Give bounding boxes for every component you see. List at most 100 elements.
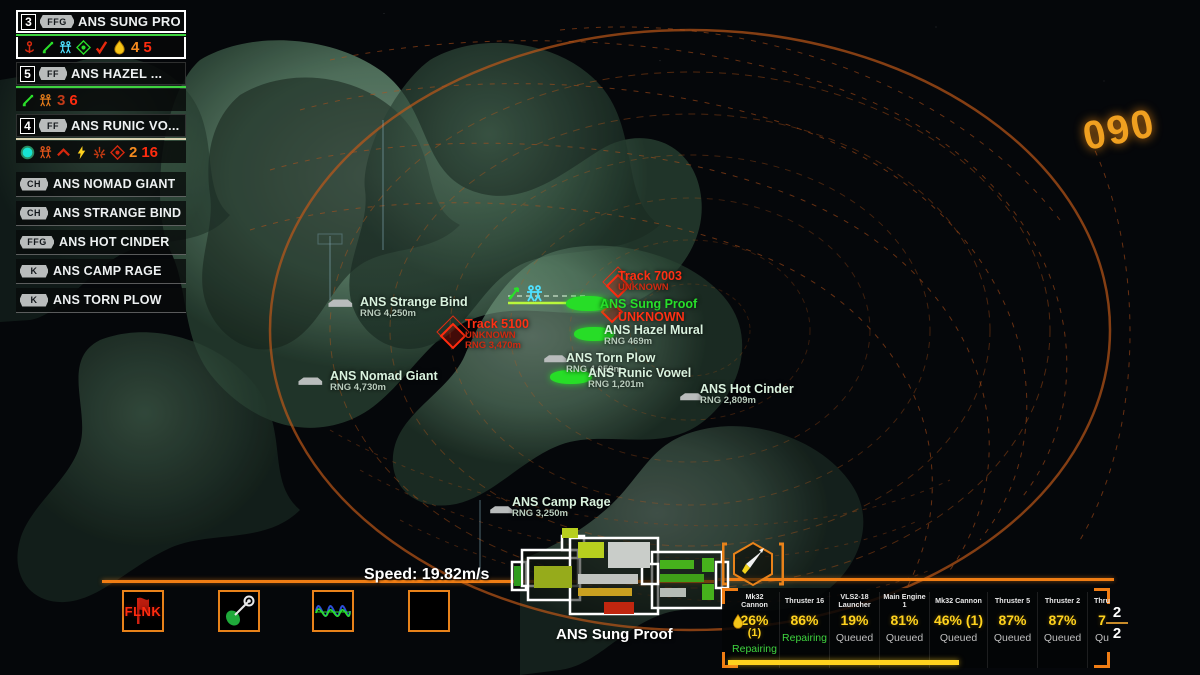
unit-name-label: ANS Camp Rage	[53, 264, 162, 278]
fire-icon	[733, 614, 743, 629]
hull-class-chip: K	[20, 264, 48, 278]
hull-class-chip: CH	[20, 206, 48, 220]
unit-name-label: ANS Runic Vo...	[71, 118, 180, 133]
counter-divider	[1106, 622, 1128, 624]
map-label-track-5100[interactable]: Track 5100 UNKNOWN RNG 3,470m	[465, 317, 529, 351]
roster-unit-hazel[interactable]: 5 FF ANS Hazel ... 3 6	[16, 62, 186, 111]
repair-item-state: Queued	[835, 631, 874, 644]
repair-item[interactable]: Thruster 5 87% Queued	[988, 592, 1038, 668]
repair-item-state: Queued	[939, 631, 978, 644]
map-label-nomad-giant[interactable]: ANS Nomad Giant RNG 4,730m	[330, 369, 438, 393]
repair-item[interactable]: Main Engine 1 81% Queued	[880, 592, 930, 668]
ability-slot-waveform[interactable]	[312, 590, 354, 632]
lightning-yellow-icon	[77, 145, 86, 159]
repair-item-name: Mk32 Cannon	[741, 591, 768, 609]
repair-item-percent: 87%	[998, 612, 1027, 628]
crew-orange-icon	[39, 93, 52, 106]
repair-item-percent: 81%	[890, 612, 919, 628]
map-label-camp-rage[interactable]: ANS Camp Rage RNG 3,250m	[512, 495, 611, 519]
check-red-icon	[95, 40, 108, 54]
unit-status-row: 2 16	[16, 141, 186, 163]
roster-item-camp-rage[interactable]: K ANS Camp Rage	[16, 259, 186, 284]
hull-class-chip: K	[20, 293, 48, 307]
repair-item[interactable]: Mk32 Cannon 46% (1) Queued	[930, 592, 988, 668]
unit-number-badge: 4	[20, 117, 35, 134]
unit-stat-value: 5	[143, 38, 152, 56]
repair-item-state: Queued	[885, 631, 924, 644]
unit-hp-bar	[16, 138, 186, 140]
unit-number-badge: 3	[21, 13, 36, 30]
repair-item[interactable]: Thruster 2 87% Queued	[1038, 592, 1088, 668]
missile-icon	[721, 541, 785, 587]
unit-number-badge: 5	[20, 65, 35, 82]
hull-class-chip: FF	[39, 67, 67, 80]
unit-hp-bar	[16, 86, 186, 88]
selected-weapon-slot[interactable]	[721, 538, 785, 590]
unit-stat-value: 4	[131, 38, 140, 56]
crew-blue-icon	[59, 40, 72, 53]
ability-slot-sensor[interactable]	[218, 590, 260, 632]
map-label-track-7003[interactable]: Track 7003 UNKNOWN	[618, 269, 682, 293]
unit-name-label: ANS Hot Cinder	[59, 235, 170, 249]
unit-name-label: ANS Strange Bind	[53, 206, 182, 220]
roster-unit-header[interactable]: 5 FF ANS Hazel ...	[16, 62, 186, 85]
ship-schematic[interactable]	[500, 528, 730, 628]
hull-class-chip: CH	[20, 177, 48, 191]
repair-item-name: VLS2-18 Launcher	[838, 591, 871, 609]
tactical-map[interactable]: 090 ANS Strange Bind RNG 4,250m ANS Noma…	[0, 0, 1200, 675]
map-label-hot-cinder[interactable]: ANS Hot Cinder RNG 2,809m	[700, 382, 794, 406]
map-label-runic-vowel[interactable]: ANS Runic Vowel RNG 1,201m	[588, 366, 691, 390]
hull-class-chip: FF	[39, 119, 67, 132]
ownship-name-label: ANS Sung Proof	[556, 626, 673, 643]
ability-label: FLNK	[124, 603, 162, 619]
crew-orange-icon	[39, 145, 52, 158]
repair-progress-bar	[728, 660, 959, 665]
roster-item-torn-plow[interactable]: K ANS Torn Plow	[16, 288, 186, 313]
repair-item[interactable]: VLS2-18 Launcher 19% Queued	[830, 592, 880, 668]
repair-item-name: Main Engine 1	[883, 591, 926, 609]
repair-item[interactable]: Thruster 16 86% Repairing	[780, 592, 830, 668]
map-label-hazel-mural[interactable]: ANS Hazel Mural RNG 469m	[604, 323, 703, 347]
repair-capacity-used: 2	[1112, 604, 1122, 621]
repair-item-name: Thruster 5	[994, 595, 1031, 605]
repair-item[interactable]: Mk32 Cannon 26% (1) Repairing	[730, 592, 780, 668]
roster-unit-sung-proof[interactable]: 3 FFG ANS Sung Proof	[16, 10, 186, 59]
hull-class-chip: FFG	[40, 15, 74, 28]
repair-item-percent: 86%	[790, 612, 819, 628]
paddle-radar-icon	[225, 595, 255, 626]
speed-readout: Speed: 19.82m/s	[364, 566, 490, 583]
ability-slot-empty[interactable]	[408, 590, 450, 632]
unit-status-row: 3 6	[16, 89, 186, 111]
roster-item-hot-cinder[interactable]: FFG ANS Hot Cinder	[16, 230, 186, 255]
roster-item-strange-bind[interactable]: CH ANS Strange Bind	[16, 201, 186, 226]
shield-cyan-icon	[20, 145, 35, 159]
repair-item-name: Thruster 16	[784, 595, 825, 605]
roster-unit-header[interactable]: 3 FFG ANS Sung Proof	[16, 10, 186, 33]
unit-name-label: ANS Nomad Giant	[53, 177, 176, 191]
map-label-strange-bind[interactable]: ANS Strange Bind RNG 4,250m	[360, 295, 468, 319]
hull-class-chip: FFG	[20, 235, 54, 249]
squad-order-markers	[508, 285, 542, 302]
unit-status-row: 4 5	[16, 37, 186, 59]
roster-unit-header[interactable]: 4 FF ANS Runic Vo...	[16, 114, 186, 137]
chevron-up-red-icon	[57, 147, 70, 156]
fleet-roster-panel[interactable]: 3 FFG ANS Sung Proof	[16, 10, 186, 317]
explosion-red-icon	[93, 146, 106, 158]
repair-capacity-counter: 2 2	[1104, 604, 1130, 642]
repair-item-name: Thruster 2	[1044, 595, 1081, 605]
unit-stat-value: 16	[141, 143, 159, 161]
unit-hp-bar	[16, 34, 186, 36]
unit-name-label: ANS Sung Proof	[78, 14, 180, 29]
repair-item-percent: 87%	[1048, 612, 1077, 628]
unit-stat-value: 2	[129, 143, 138, 161]
waveform-icon	[315, 605, 351, 617]
ability-slot-flank[interactable]: FLNK	[122, 590, 164, 632]
repair-item-state: Repairing	[732, 643, 777, 656]
repair-item-state: Repairing	[782, 631, 827, 644]
unit-stat-value: 3	[57, 91, 66, 109]
repair-item-percent: 46% (1)	[933, 612, 984, 628]
repair-queue-panel[interactable]: Mk32 Cannon 26% (1) Repairing Thruster 1…	[722, 588, 1110, 668]
roster-item-nomad-giant[interactable]: CH ANS Nomad Giant	[16, 172, 186, 197]
anchor-red-icon	[25, 40, 34, 53]
roster-unit-runic-vowel[interactable]: 4 FF ANS Runic Vo...	[16, 114, 186, 163]
